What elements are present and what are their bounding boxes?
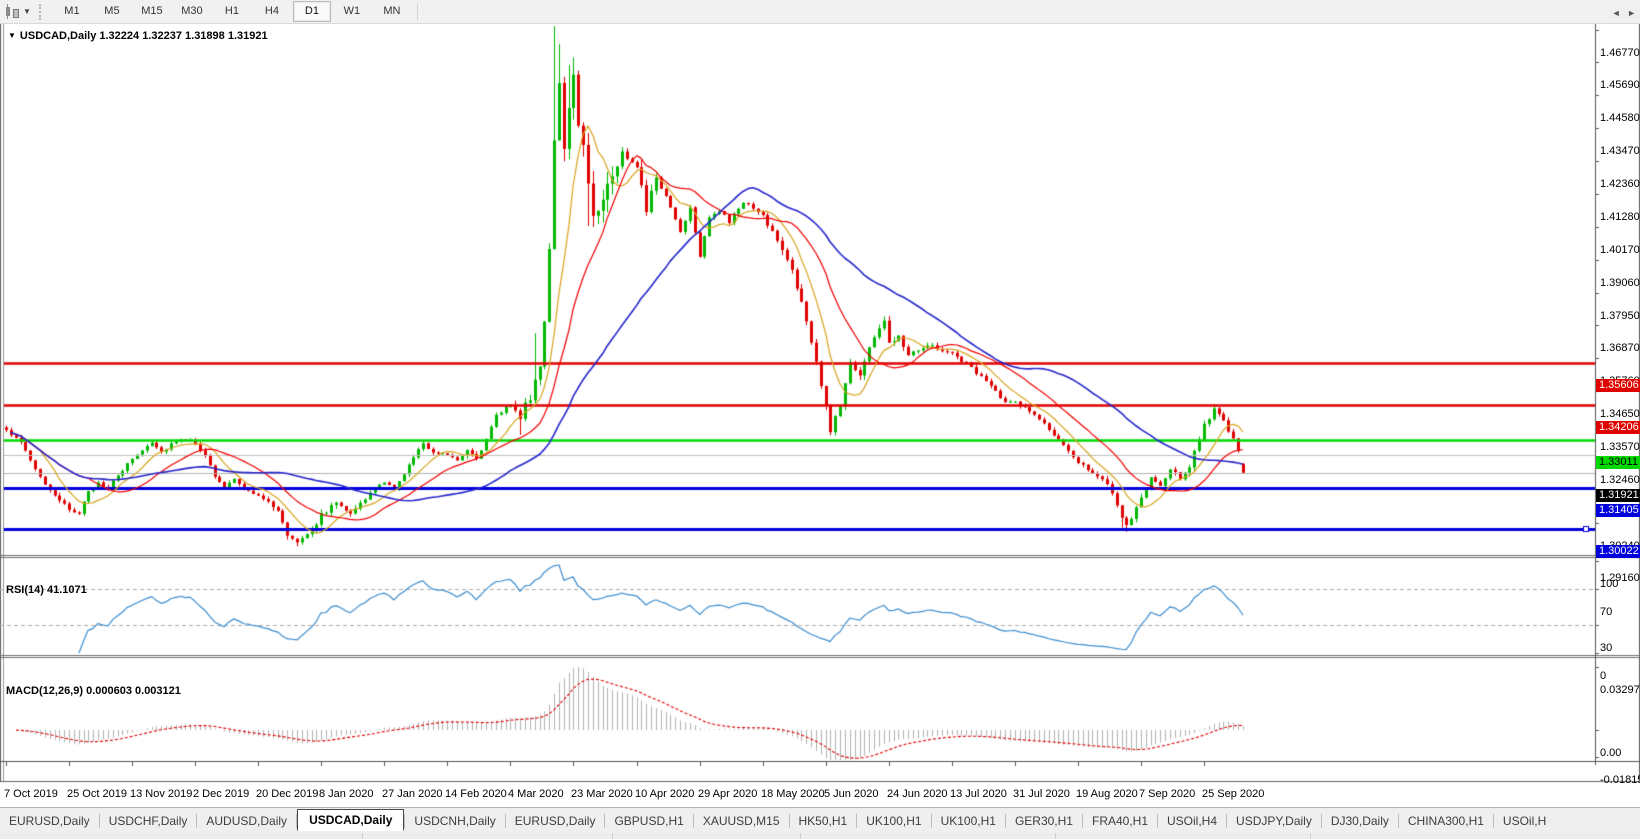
date-tick-label: 7 Sep 2020: [1139, 788, 1195, 800]
rsi-tick-label: 30: [1600, 642, 1612, 654]
macd-tick-label: -0.018154: [1600, 774, 1640, 786]
chart-tab-uk100-h1[interactable]: UK100,H1: [932, 811, 1005, 831]
chart-tab-fra40-h1[interactable]: FRA40,H1: [1083, 811, 1157, 831]
level-price-badge: 1.30022: [1596, 545, 1640, 558]
date-tick-label: 19 Aug 2020: [1076, 788, 1138, 800]
price-tick-label: 1.44580: [1600, 112, 1640, 124]
level-price-badge: 1.33011: [1596, 456, 1640, 469]
chart-tab-uk100-h1[interactable]: UK100,H1: [857, 811, 930, 831]
chart-tab-usdcnh-daily[interactable]: USDCNH,Daily: [405, 811, 504, 831]
price-tick-label: 1.36870: [1600, 342, 1640, 354]
date-tick-label: 23 Mar 2020: [571, 788, 633, 800]
date-tick-label: 25 Sep 2020: [1202, 788, 1264, 800]
chart-tab-usoil-h4[interactable]: USOil,H4: [1158, 811, 1226, 831]
timeframe-toolbar: ▼ M1M5M15M30H1H4D1W1MN: [0, 0, 1640, 24]
price-tick-label: 1.34650: [1600, 408, 1640, 420]
price-tick-label: 1.33570: [1600, 441, 1640, 453]
price-tick-label: 1.46770: [1600, 47, 1640, 59]
status-cell-separator: [800, 833, 801, 839]
chart-tab-eurusd-daily[interactable]: EURUSD,Daily: [0, 811, 99, 831]
price-tick-label: 1.40170: [1600, 244, 1640, 256]
date-tick-label: 13 Nov 2019: [130, 788, 192, 800]
chart-type-icon[interactable]: [3, 3, 23, 21]
price-tick-label: 1.43470: [1600, 145, 1640, 157]
price-tick-label: 1.41280: [1600, 211, 1640, 223]
chart-tab-eurusd-daily[interactable]: EURUSD,Daily: [506, 811, 605, 831]
date-tick-label: 14 Feb 2020: [445, 788, 507, 800]
status-cell-separator: [362, 833, 363, 839]
price-tick-label: 1.39060: [1600, 277, 1640, 289]
date-tick-label: 2 Dec 2019: [193, 788, 249, 800]
chart-title-text: USDCAD,Daily 1.32224 1.32237 1.31898 1.3…: [20, 30, 268, 42]
status-cell-separator: [612, 833, 613, 839]
chart-tab-bar: EURUSD,DailyUSDCHF,DailyAUDUSD,DailyUSDC…: [0, 807, 1640, 834]
date-tick-label: 4 Mar 2020: [508, 788, 564, 800]
timeframe-button-m1[interactable]: M1: [53, 1, 91, 22]
date-tick-label: 18 May 2020: [761, 788, 825, 800]
timeframe-button-m15[interactable]: M15: [133, 1, 171, 22]
price-tick-label: 1.45690: [1600, 79, 1640, 91]
status-cell-separator: [1310, 833, 1311, 839]
macd-indicator-label: MACD(12,26,9) 0.000603 0.003121: [6, 685, 181, 697]
timeframe-button-w1[interactable]: W1: [333, 1, 371, 22]
timeframe-button-h1[interactable]: H1: [213, 1, 251, 22]
price-tick-label: 1.37950: [1600, 310, 1640, 322]
level-price-badge: 1.34206: [1596, 421, 1640, 434]
chart-tab-usdchf-daily[interactable]: USDCHF,Daily: [100, 811, 197, 831]
mt4-window: ▼ M1M5M15M30H1H4D1W1MN ▼ USDCAD,Daily 1.3…: [0, 0, 1640, 839]
chart-tab-china300-h1[interactable]: CHINA300,H1: [1399, 811, 1493, 831]
chart-type-dropdown-icon[interactable]: ▼: [23, 7, 31, 16]
timeframe-button-m5[interactable]: M5: [93, 1, 131, 22]
date-tick-label: 13 Jul 2020: [950, 788, 1007, 800]
date-tick-label: 31 Jul 2020: [1013, 788, 1070, 800]
tab-scroll-arrows[interactable]: ◄ ►: [1609, 8, 1638, 18]
date-tick-label: 7 Oct 2019: [4, 788, 58, 800]
timeframe-button-d1[interactable]: D1: [293, 1, 331, 22]
chart-tab-usoil-h[interactable]: USOil,H: [1494, 811, 1555, 831]
level-price-badge: 1.35606: [1596, 379, 1640, 392]
chart-tab-dj30-daily[interactable]: DJ30,Daily: [1322, 811, 1398, 831]
rsi-tick-label: 70: [1600, 606, 1612, 618]
toolbar-separator: [417, 4, 418, 20]
chart-tab-ger30-h1[interactable]: GER30,H1: [1006, 811, 1082, 831]
status-strip: [0, 833, 1640, 839]
chart-tab-audusd-daily[interactable]: AUDUSD,Daily: [197, 811, 296, 831]
date-tick-label: 27 Jan 2020: [382, 788, 443, 800]
date-tick-label: 5 Jun 2020: [824, 788, 878, 800]
date-tick-label: 29 Apr 2020: [698, 788, 757, 800]
date-tick-label: 8 Jan 2020: [319, 788, 373, 800]
rsi-indicator-label: RSI(14) 41.1071: [6, 584, 87, 596]
current-price-badge: 1.31921: [1596, 489, 1640, 502]
date-tick-label: 10 Apr 2020: [635, 788, 694, 800]
toolbar-grip[interactable]: [39, 4, 46, 20]
chart-canvas[interactable]: [0, 0, 1640, 806]
chart-tab-gbpusd-h1[interactable]: GBPUSD,H1: [605, 811, 692, 831]
chart-tab-usdjpy-daily[interactable]: USDJPY,Daily: [1227, 811, 1321, 831]
date-tick-label: 24 Jun 2020: [887, 788, 948, 800]
timeframe-buttons: M1M5M15M30H1H4D1W1MN: [52, 1, 412, 22]
macd-tick-label: 0.032972: [1600, 684, 1640, 696]
price-tick-label: 1.42360: [1600, 178, 1640, 190]
date-tick-label: 25 Oct 2019: [67, 788, 127, 800]
chart-title: ▼ USDCAD,Daily 1.32224 1.32237 1.31898 1.…: [8, 30, 268, 42]
timeframe-button-h4[interactable]: H4: [253, 1, 291, 22]
rsi-tick-label: 0: [1600, 670, 1606, 682]
chart-title-dropdown-icon[interactable]: ▼: [8, 31, 16, 40]
level-price-badge: 1.31405: [1596, 504, 1640, 517]
rsi-tick-label: 100: [1600, 578, 1618, 590]
timeframe-button-mn[interactable]: MN: [373, 1, 411, 22]
macd-tick-label: 0.00: [1600, 747, 1621, 759]
chart-tab-usdcad-daily[interactable]: USDCAD,Daily: [297, 809, 404, 831]
timeframe-button-m30[interactable]: M30: [173, 1, 211, 22]
chart-tab-xauusd-m15[interactable]: XAUUSD,M15: [694, 811, 789, 831]
price-tick-label: 1.32460: [1600, 474, 1640, 486]
status-cell-separator: [1055, 833, 1056, 839]
date-tick-label: 20 Dec 2019: [256, 788, 318, 800]
chart-tab-hk50-h1[interactable]: HK50,H1: [790, 811, 857, 831]
